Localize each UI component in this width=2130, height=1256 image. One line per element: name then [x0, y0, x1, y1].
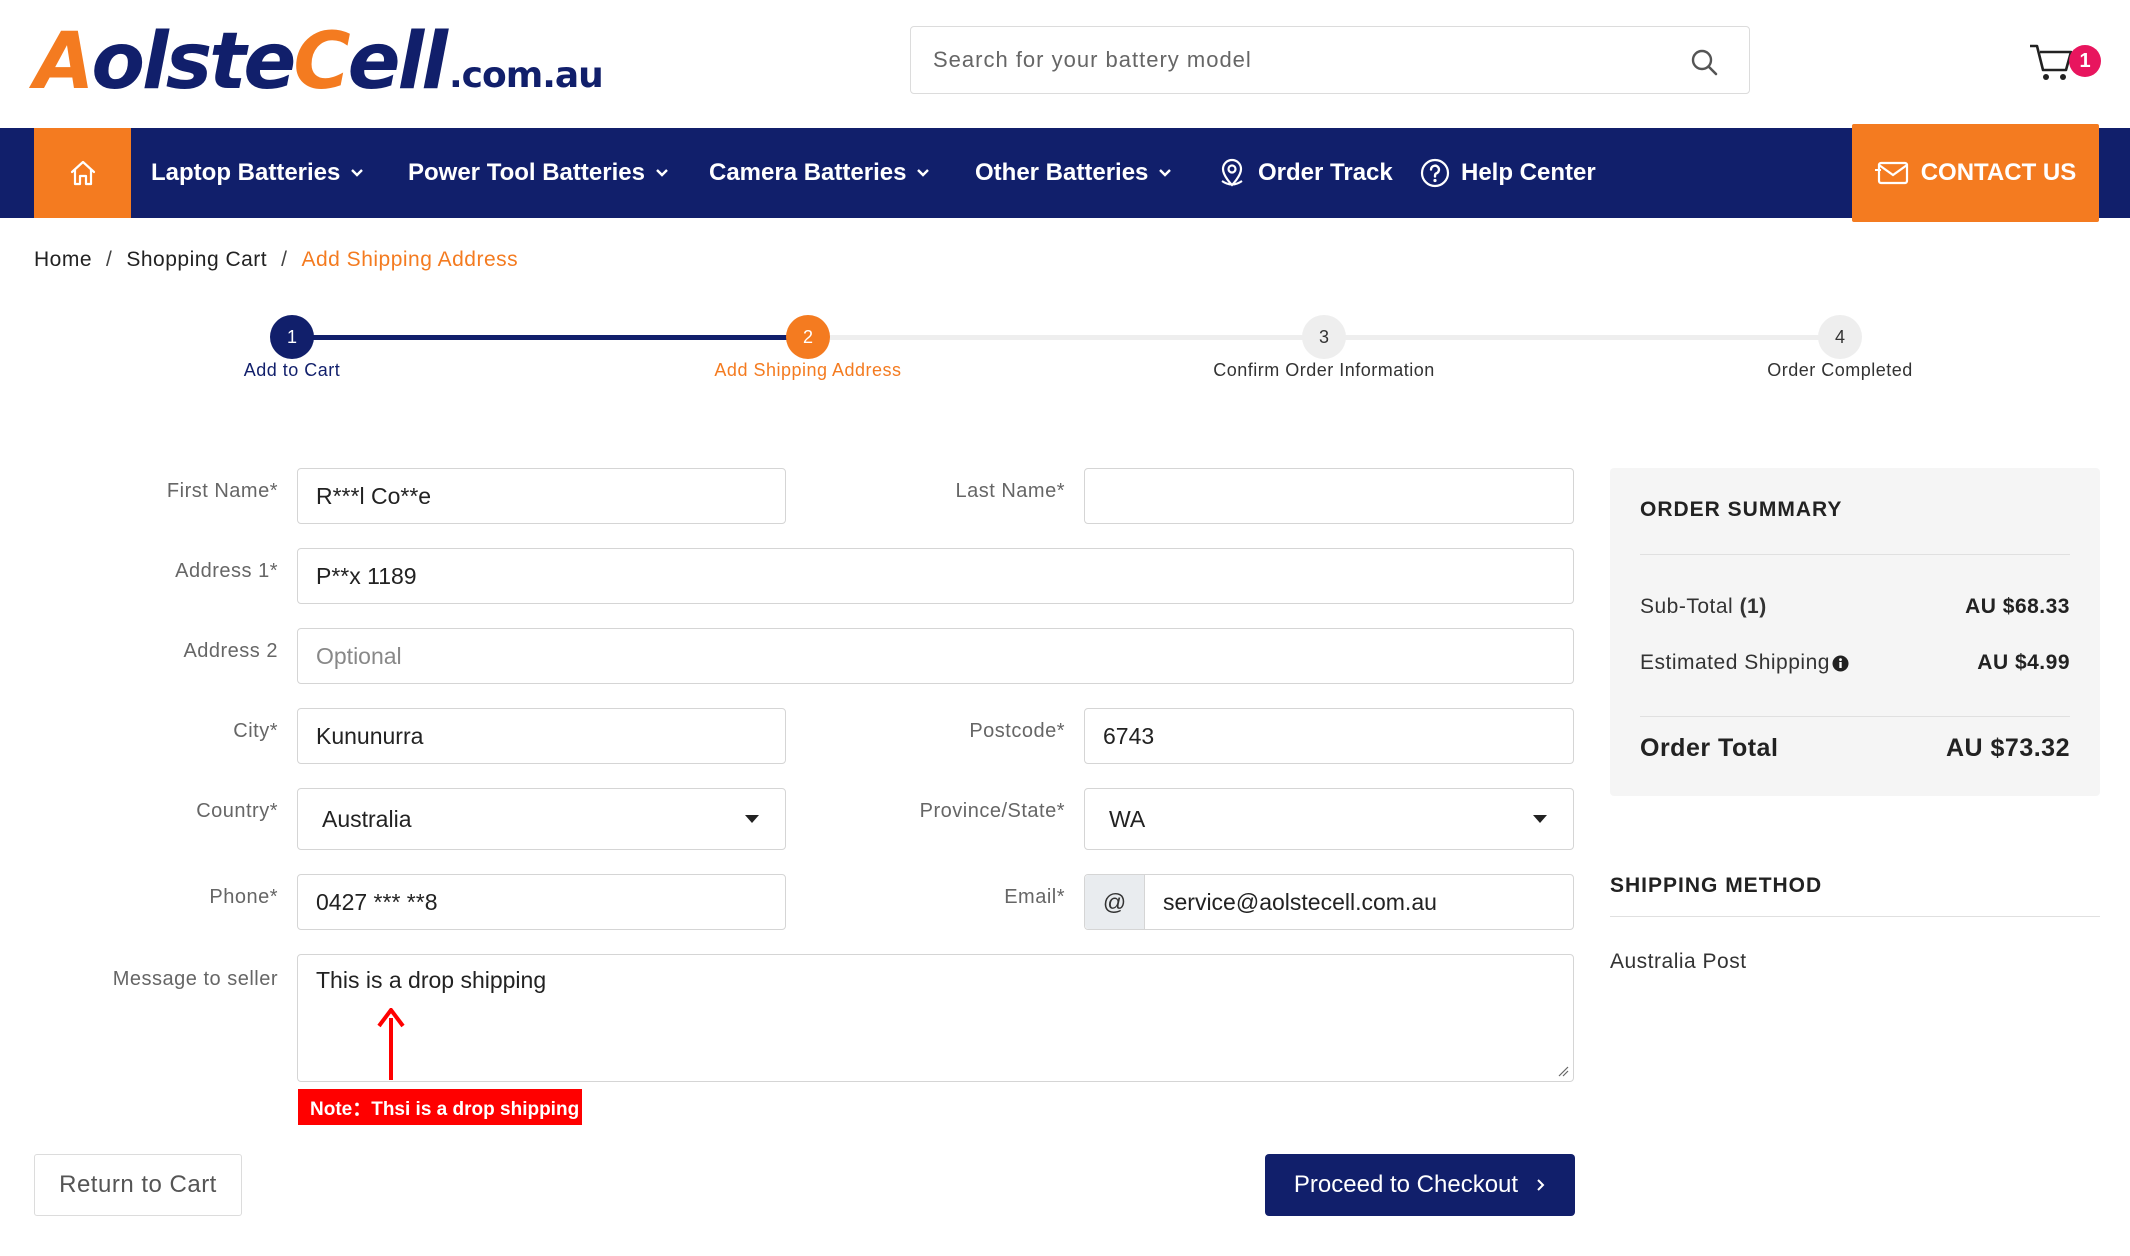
shipping-method-value: Australia Post	[1610, 950, 1747, 973]
subtotal-value: AU $68.33	[1965, 595, 2070, 618]
step-3-dot: 3	[1302, 315, 1346, 359]
first-name-label: First Name*	[166, 480, 278, 502]
step-2-dot: 2	[786, 315, 830, 359]
message-textarea[interactable]: This is a drop shipping	[297, 954, 1574, 1082]
phone-label: Phone*	[209, 886, 278, 908]
step-1-dot: 1	[270, 315, 314, 359]
resize-grip-icon[interactable]	[1557, 1065, 1569, 1077]
nav-help-center[interactable]: Help Center	[1419, 128, 1596, 218]
step-1-label: Add to Cart	[243, 360, 341, 380]
shipping-divider	[1610, 916, 2100, 917]
postcode-field[interactable]: 6743	[1084, 708, 1574, 764]
nav-other-batteries[interactable]: Other Batteries	[975, 128, 1172, 218]
chevron-down-icon	[1159, 169, 1172, 177]
nav-item-label: Camera Batteries	[709, 159, 907, 186]
last-name-field[interactable]	[1084, 468, 1574, 524]
first-name-field[interactable]: R***l Co**e	[297, 468, 786, 524]
proceed-to-checkout-button[interactable]: Proceed to Checkout	[1265, 1154, 1575, 1216]
subtotal-label: Sub-Total (1)	[1640, 595, 1767, 619]
location-pin-icon	[1221, 158, 1243, 187]
phone-field[interactable]: 0427 *** **8	[297, 874, 786, 930]
country-selected-value: Australia	[322, 805, 412, 832]
at-sign-icon: @	[1085, 875, 1145, 929]
nav-power-tool-batteries[interactable]: Power Tool Batteries	[408, 128, 669, 218]
shipping-method-title: SHIPPING METHOD	[1610, 874, 1823, 897]
step-4-dot: 4	[1818, 315, 1862, 359]
nav-item-label: Power Tool Batteries	[408, 159, 645, 186]
breadcrumb-home[interactable]: Home	[34, 248, 92, 272]
step-3-label: Confirm Order Information	[1213, 360, 1435, 380]
contact-us-button[interactable]: CONTACT US	[1852, 124, 2099, 222]
question-circle-icon	[1420, 158, 1450, 188]
progress-line-done	[292, 335, 808, 340]
breadcrumb: Home / Shopping Cart / Add Shipping Addr…	[34, 248, 518, 272]
address1-label: Address 1*	[175, 560, 278, 582]
info-icon[interactable]	[1832, 655, 1849, 672]
email-field[interactable]: @ service@aolstecell.com.au	[1084, 874, 1574, 930]
shipping-label: Estimated Shipping	[1640, 651, 1849, 675]
message-value: This is a drop shipping	[316, 967, 547, 993]
chevron-down-icon	[656, 169, 668, 177]
shipping-value: AU $4.99	[1977, 651, 2070, 674]
address2-field[interactable]: Optional	[297, 628, 1574, 684]
state-selected-value: WA	[1109, 805, 1146, 832]
search-box	[910, 26, 1750, 94]
nav-camera-batteries[interactable]: Camera Batteries	[709, 128, 930, 218]
chevron-right-icon	[1537, 1179, 1545, 1191]
breadcrumb-separator: /	[106, 248, 113, 271]
search-icon[interactable]	[1689, 47, 1719, 77]
nav-laptop-batteries[interactable]: Laptop Batteries	[151, 128, 364, 218]
breadcrumb-current: Add Shipping Address	[301, 248, 519, 271]
main-nav: Laptop Batteries Power Tool Batteries Ca…	[0, 128, 2130, 218]
state-select[interactable]: WA	[1084, 788, 1574, 850]
nav-item-label: Laptop Batteries	[151, 159, 341, 186]
site-header: AolsteCell .com.au 1	[0, 0, 2130, 128]
nav-order-track[interactable]: Order Track	[1216, 128, 1393, 218]
logo-text: AolsteCell	[34, 17, 448, 107]
step-4-label: Order Completed	[1767, 360, 1913, 380]
site-logo[interactable]: AolsteCell .com.au	[34, 17, 604, 107]
subtotal-text: Sub-Total	[1640, 595, 1734, 618]
state-label: Province/State*	[919, 800, 1065, 822]
message-label: Message to seller	[112, 968, 278, 990]
address1-field[interactable]: P**x 1189	[297, 548, 1574, 604]
shipping-text: Estimated Shipping	[1640, 651, 1830, 674]
email-value: service@aolstecell.com.au	[1163, 888, 1437, 915]
nav-item-label: Help Center	[1461, 159, 1596, 186]
annotation-arrow-icon	[377, 1008, 405, 1080]
order-total-label: Order Total	[1640, 734, 1779, 762]
order-summary-title: ORDER SUMMARY	[1640, 498, 1843, 521]
cart-count-badge: 1	[2069, 45, 2101, 77]
subtotal-count: (1)	[1739, 595, 1767, 618]
nav-item-label: Order Track	[1258, 159, 1393, 186]
contact-us-label: CONTACT US	[1920, 159, 2077, 186]
nav-item-label: Other Batteries	[975, 159, 1149, 186]
envelope-icon	[1874, 161, 1908, 185]
proceed-label: Proceed to Checkout	[1293, 1171, 1519, 1198]
postcode-label: Postcode*	[969, 720, 1065, 742]
return-to-cart-button[interactable]: Return to Cart	[34, 1154, 242, 1216]
chevron-down-icon	[351, 169, 364, 177]
summary-divider	[1640, 554, 2070, 555]
summary-divider	[1640, 716, 2070, 717]
order-total-value: AU $73.32	[1945, 734, 2070, 762]
search-input[interactable]	[911, 27, 1681, 93]
last-name-label: Last Name*	[955, 480, 1065, 502]
caret-down-icon	[745, 815, 759, 823]
caret-down-icon	[1533, 815, 1547, 823]
country-select[interactable]: Australia	[297, 788, 786, 850]
home-icon	[70, 160, 95, 186]
email-label: Email*	[1004, 886, 1065, 908]
breadcrumb-separator: /	[281, 248, 288, 271]
country-label: Country*	[196, 800, 278, 822]
logo-domain: .com.au	[448, 55, 604, 96]
annotation-note: Note：Thsi is a drop shipping	[298, 1089, 582, 1125]
nav-home-button[interactable]	[34, 128, 131, 218]
step-2-label: Add Shipping Address	[714, 360, 902, 380]
city-label: City*	[233, 720, 278, 742]
city-field[interactable]: Kununurra	[297, 708, 786, 764]
chevron-down-icon	[917, 169, 930, 177]
breadcrumb-shopping-cart[interactable]: Shopping Cart	[126, 248, 267, 272]
address2-label: Address 2	[183, 640, 278, 662]
